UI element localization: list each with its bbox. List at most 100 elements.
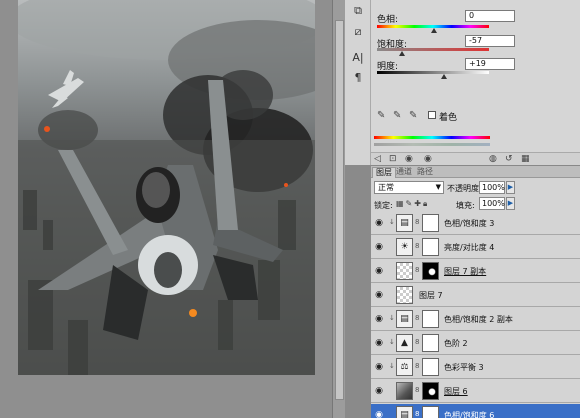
document-image-fighter-jet[interactable] — [18, 0, 315, 375]
adjustments-bottom-toolbar: ◁ ⊡ ◉ ◉ ◍ ↺ ▦ — [371, 152, 580, 165]
history-icon[interactable]: ⧉ — [350, 3, 366, 19]
visibility-eye-icon[interactable]: ◉ — [373, 360, 385, 374]
layer-mask-thumbnail[interactable] — [422, 310, 439, 328]
colorize-checkbox[interactable] — [428, 111, 436, 119]
layer-name: 图层 6 — [444, 387, 468, 396]
layer-row[interactable]: ◉ ☀ 8 亮度/对比度 4 — [371, 236, 580, 259]
layer-row-selected[interactable]: ◉ ▤ 8 色相/饱和度 6 — [371, 404, 580, 418]
layer-mask-thumbnail[interactable] — [422, 382, 439, 400]
layer-mask-thumbnail[interactable] — [422, 406, 439, 418]
clip-arrow-icon: ↓ — [389, 362, 395, 370]
blend-mode-value: 正常 — [378, 183, 394, 192]
brightness-icon: ☀ — [396, 238, 413, 256]
layer-row[interactable]: ◉ ↓ ▲ 8 色阶 2 — [371, 332, 580, 355]
layer-row[interactable]: ◉ ↓ ⚖ 8 色彩平衡 3 — [371, 356, 580, 379]
link-icon: 8 — [415, 410, 420, 418]
opacity-slider-button[interactable]: ▶ — [506, 181, 515, 194]
paragraph-icon[interactable]: ¶ — [350, 70, 366, 86]
visibility-eye-icon[interactable]: ◉ — [373, 384, 385, 398]
link-icon: 8 — [415, 362, 420, 370]
brush-preset-icon[interactable]: ⧄ — [350, 24, 366, 40]
eyedropper-minus-icon[interactable]: ✎ — [409, 110, 417, 121]
layer-row[interactable]: ◉ 图层 7 — [371, 284, 580, 307]
opacity-label: 不透明度: — [447, 184, 482, 193]
layers-panel-tabs: 图层 通道 路径 — [371, 166, 580, 178]
layer-name: 色相/饱和度 3 — [444, 219, 495, 228]
layer-mask-thumbnail[interactable] — [422, 334, 439, 352]
layer-mask-thumbnail[interactable] — [422, 214, 439, 232]
back-arrow-icon[interactable]: ◁ — [374, 154, 381, 164]
input-color-bar — [374, 136, 490, 139]
blend-mode-select[interactable]: 正常 ▼ — [374, 181, 444, 194]
lock-label: 锁定: — [374, 201, 393, 210]
hue-slider-knob[interactable] — [431, 28, 437, 33]
artwork-illustration — [18, 0, 315, 375]
lightness-slider-track[interactable] — [377, 71, 489, 74]
clip-layer-icon[interactable]: ◉ — [405, 154, 413, 164]
previous-state-icon[interactable]: ◍ — [489, 154, 497, 164]
link-icon: 8 — [415, 314, 420, 322]
layer-name: 色相/饱和度 6 — [444, 411, 495, 418]
layer-name: 色阶 2 — [444, 339, 468, 348]
fill-label: 填充: — [456, 201, 475, 210]
panel-tool-strip: ⧉ ⧄ A| ¶ — [345, 0, 371, 165]
layer-mask-thumbnail[interactable] — [422, 358, 439, 376]
balance-icon: ⚖ — [396, 358, 413, 376]
lightness-input[interactable]: +19 — [465, 58, 515, 70]
character-icon[interactable]: A| — [350, 50, 366, 66]
colorize-label: 着色 — [439, 113, 458, 123]
layer-thumbnail — [396, 382, 413, 400]
visibility-eye-icon[interactable]: ◉ — [373, 240, 385, 254]
reset-icon[interactable]: ↺ — [505, 154, 513, 164]
chevron-down-icon: ▼ — [435, 183, 441, 191]
output-color-bar — [374, 143, 490, 146]
layer-name: 图层 7 副本 — [444, 267, 487, 276]
saturation-input[interactable]: -57 — [465, 35, 515, 47]
levels-icon: ▲ — [396, 334, 413, 352]
vertical-scrollbar[interactable] — [332, 0, 345, 418]
clip-arrow-icon: ↓ — [389, 338, 395, 346]
clip-arrow-icon: ↓ — [389, 314, 395, 322]
tab-channels[interactable]: 通道 — [393, 167, 415, 178]
layer-thumbnail — [396, 262, 413, 280]
layer-row[interactable]: ◉ ↓ ▤ 8 色相/饱和度 2 副本 — [371, 308, 580, 331]
lightness-slider-knob[interactable] — [441, 74, 447, 79]
visibility-eye-icon[interactable]: ◉ — [373, 288, 385, 302]
layer-mask-thumbnail[interactable] — [422, 238, 439, 256]
clip-arrow-icon: ↓ — [389, 218, 395, 226]
scrollbar-thumb[interactable] — [335, 20, 344, 400]
opacity-input[interactable]: 100% — [479, 181, 505, 194]
fill-input[interactable]: 100% — [479, 197, 505, 210]
layer-name: 图层 7 — [419, 291, 443, 300]
saturation-slider-track[interactable] — [377, 48, 489, 51]
layer-row[interactable]: ◉ 8 图层 7 副本 — [371, 260, 580, 283]
eyedropper-icon[interactable]: ✎ — [377, 110, 385, 121]
visibility-eye-icon[interactable]: ◉ — [373, 336, 385, 350]
link-icon: 8 — [415, 242, 420, 250]
tab-paths[interactable]: 路径 — [414, 167, 436, 178]
visibility-eye-icon[interactable]: ◉ — [373, 312, 385, 326]
eyedropper-plus-icon[interactable]: ✎ — [393, 110, 401, 121]
visibility-eye-icon[interactable]: ◉ — [373, 264, 385, 278]
hue-sat-icon: ▤ — [396, 406, 413, 418]
visibility-eye-icon[interactable]: ◉ — [373, 408, 385, 418]
saturation-slider-knob[interactable] — [399, 51, 405, 56]
link-icon: 8 — [415, 266, 420, 274]
layer-row[interactable]: ◉ ↓ ▤ 8 色相/饱和度 3 — [371, 212, 580, 235]
layer-mask-thumbnail[interactable] — [422, 262, 439, 280]
hue-sat-icon: ▤ — [396, 214, 413, 232]
visibility-eye-icon[interactable]: ◉ — [424, 154, 432, 164]
visibility-eye-icon[interactable]: ◉ — [373, 216, 385, 230]
expand-view-icon[interactable]: ⊡ — [389, 154, 397, 164]
layer-row[interactable]: ◉ 8 图层 6 — [371, 380, 580, 403]
lock-options-icons[interactable]: ▦✎✚🔒︎ — [396, 199, 429, 209]
layer-thumbnail — [396, 286, 413, 304]
hue-sat-icon: ▤ — [396, 310, 413, 328]
fill-slider-button[interactable]: ▶ — [506, 197, 515, 210]
layer-name: 色相/饱和度 2 副本 — [444, 315, 513, 324]
layer-name: 亮度/对比度 4 — [444, 243, 495, 252]
hue-label: 色相: — [377, 15, 399, 25]
link-icon: 8 — [415, 386, 420, 394]
hue-input[interactable]: 0 — [465, 10, 515, 22]
trash-icon[interactable]: ▦ — [521, 154, 530, 164]
